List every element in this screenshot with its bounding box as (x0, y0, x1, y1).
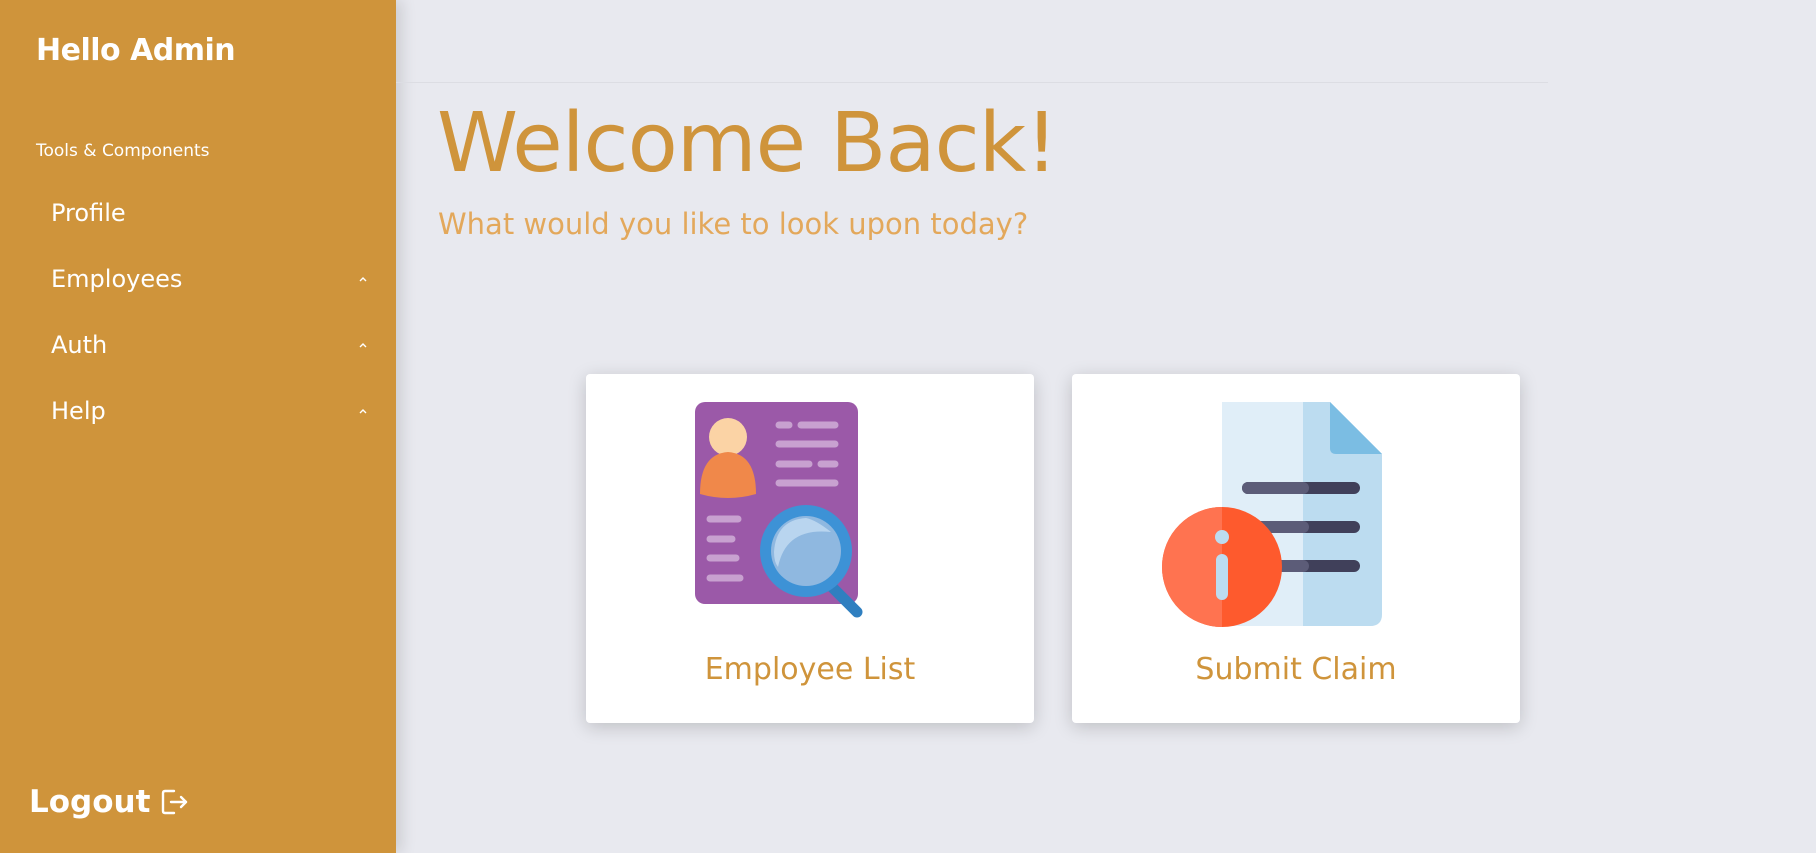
logout-button[interactable]: Logout (29, 784, 190, 820)
logout-label: Logout (29, 784, 151, 820)
card-label: Employee List (704, 652, 916, 687)
page-subtitle: What would you like to look upon today? (438, 207, 1029, 241)
sidebar-item-label: Auth (51, 331, 108, 359)
sidebar-item-label: Profile (51, 199, 126, 227)
page-title: Welcome Back! (437, 96, 1058, 191)
card-label: Submit Claim (1195, 652, 1397, 687)
sidebar: Hello Admin Tools & Components Profile E… (0, 0, 396, 853)
chevron-up-icon (359, 277, 367, 282)
claim-document-icon (1162, 402, 1382, 627)
main-content: Welcome Back! What would you like to loo… (396, 0, 1816, 853)
chevron-up-icon (359, 343, 367, 348)
logout-icon (162, 789, 188, 815)
sidebar-item-label: Help (51, 397, 106, 425)
sidebar-item-profile[interactable]: Profile (0, 180, 396, 246)
sidebar-nav: Profile Employees Auth Help (0, 180, 396, 444)
employee-list-card[interactable]: Employee List (586, 374, 1034, 723)
header-divider (396, 82, 1548, 83)
chevron-up-icon (359, 409, 367, 414)
sidebar-item-auth[interactable]: Auth (0, 312, 396, 378)
sidebar-item-label: Employees (51, 265, 183, 293)
sidebar-item-help[interactable]: Help (0, 378, 396, 444)
employee-search-icon (695, 402, 863, 618)
sidebar-greeting: Hello Admin (36, 33, 236, 68)
sidebar-item-employees[interactable]: Employees (0, 246, 396, 312)
submit-claim-card[interactable]: Submit Claim (1072, 374, 1520, 723)
sidebar-section-label: Tools & Components (36, 141, 210, 161)
